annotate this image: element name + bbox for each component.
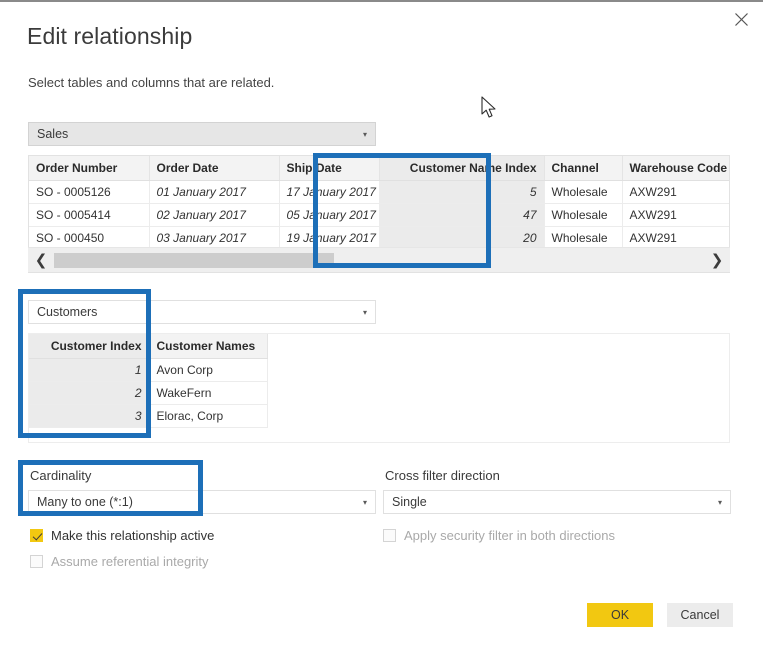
make-relationship-active-checkbox[interactable]: Make this relationship active — [30, 528, 214, 543]
source-table-cell: 5 — [379, 180, 545, 204]
apply-security-filter-label: Apply security filter in both directions — [404, 528, 615, 543]
chevron-left-icon[interactable]: ❮ — [28, 251, 54, 269]
scrollbar-thumb[interactable] — [54, 252, 334, 268]
target-table-cell: Elorac, Corp — [149, 404, 268, 428]
source-table-cell: AXW291 — [622, 203, 729, 227]
target-table-cell: WakeFern — [149, 381, 268, 405]
chevron-down-icon: ▾ — [362, 129, 367, 139]
checkbox-unchecked-icon — [383, 529, 396, 542]
source-table-cell: SO - 0005126 — [29, 180, 150, 204]
target-table-value: Customers — [37, 305, 98, 319]
target-table-cell: 2 — [29, 381, 150, 405]
source-table-cell: 17 January 2017 — [279, 180, 380, 204]
source-column-header[interactable]: Ship Date — [279, 156, 380, 181]
ok-button[interactable]: OK — [587, 603, 653, 627]
source-table-cell: 47 — [379, 203, 545, 227]
checkbox-checked-icon — [30, 529, 43, 542]
source-table-dropdown[interactable]: Sales ▾ — [28, 122, 376, 146]
target-table-row: 1 Avon Corp — [29, 358, 268, 382]
target-table-row: 2 WakeFern — [29, 381, 268, 405]
source-table-cell: 01 January 2017 — [149, 180, 280, 204]
window-top-rule — [0, 0, 763, 2]
source-table-cell: Wholesale — [544, 180, 623, 204]
close-icon[interactable] — [727, 6, 755, 32]
target-column-header[interactable]: Customer Index — [29, 334, 150, 359]
source-table-row: SO - 0005414 02 January 2017 05 January 20… — [29, 203, 729, 227]
source-table-cell: 02 January 2017 — [149, 203, 280, 227]
source-grid-hscrollbar[interactable]: ❮ ❯ — [28, 247, 730, 272]
checkbox-unchecked-icon — [30, 555, 43, 568]
source-table-cell: 05 January 2017 — [279, 203, 380, 227]
source-column-header[interactable]: Customer Name Index — [379, 156, 545, 181]
page-subtitle: Select tables and columns that are relat… — [28, 75, 275, 90]
make-relationship-active-label: Make this relationship active — [51, 528, 215, 543]
chevron-down-icon: ▾ — [362, 497, 367, 507]
target-column-grid[interactable]: Customer Index Customer Names 1 Avon Corp 2… — [28, 333, 730, 443]
cross-filter-direction-label: Cross filter direction — [385, 468, 500, 483]
mouse-cursor — [481, 96, 499, 122]
target-table-cell: 3 — [29, 404, 150, 428]
cardinality-dropdown[interactable]: Many to one (*:1) ▾ — [28, 490, 376, 514]
source-table-value: Sales — [37, 127, 69, 141]
source-table-cell: Wholesale — [544, 203, 623, 227]
target-table-cell: 1 — [29, 358, 150, 382]
chevron-down-icon: ▾ — [717, 497, 722, 507]
cardinality-label: Cardinality — [30, 468, 92, 483]
source-grid-header-row: Order Number Order Date Ship Date Customer … — [29, 156, 729, 181]
target-table-dropdown[interactable]: Customers ▾ — [28, 300, 376, 324]
target-grid-body: 1 Avon Corp 2 WakeFern 3 Elorac, Corp — [29, 358, 268, 428]
source-table-cell: SO - 0005414 — [29, 203, 150, 227]
source-grid-table: Order Number Order Date Ship Date Customer … — [29, 156, 729, 250]
source-column-header[interactable]: Channel — [544, 156, 623, 181]
chevron-down-icon: ▾ — [362, 307, 367, 317]
apply-security-filter-checkbox: Apply security filter in both directions — [383, 528, 615, 543]
target-table-cell: Avon Corp — [149, 358, 268, 382]
assume-referential-integrity-label: Assume referential integrity — [51, 554, 209, 569]
cancel-button[interactable]: Cancel — [667, 603, 733, 627]
source-column-header[interactable]: Order Number — [29, 156, 150, 181]
page-title: Edit relationship — [27, 23, 193, 49]
source-table-row: SO - 0005126 01 January 2017 17 January 20… — [29, 180, 729, 204]
target-column-header[interactable]: Customer Names — [149, 334, 268, 359]
source-column-header[interactable]: Order Date — [149, 156, 280, 181]
cardinality-value: Many to one (*:1) — [37, 495, 133, 509]
target-table-row: 3 Elorac, Corp — [29, 404, 268, 428]
chevron-right-icon[interactable]: ❯ — [704, 251, 730, 269]
source-column-header[interactable]: Warehouse Code — [622, 156, 729, 181]
assume-referential-integrity-checkbox: Assume referential integrity — [30, 554, 209, 569]
scrollbar-track[interactable] — [54, 252, 704, 268]
cross-filter-direction-dropdown[interactable]: Single ▾ — [383, 490, 731, 514]
target-grid-table: Customer Index Customer Names 1 Avon Corp 2… — [29, 334, 268, 428]
source-table-cell: AXW291 — [622, 180, 729, 204]
target-grid-header-row: Customer Index Customer Names — [29, 334, 268, 359]
source-grid-body: SO - 0005126 01 January 2017 17 January 20… — [29, 180, 729, 250]
cross-filter-direction-value: Single — [392, 495, 427, 509]
